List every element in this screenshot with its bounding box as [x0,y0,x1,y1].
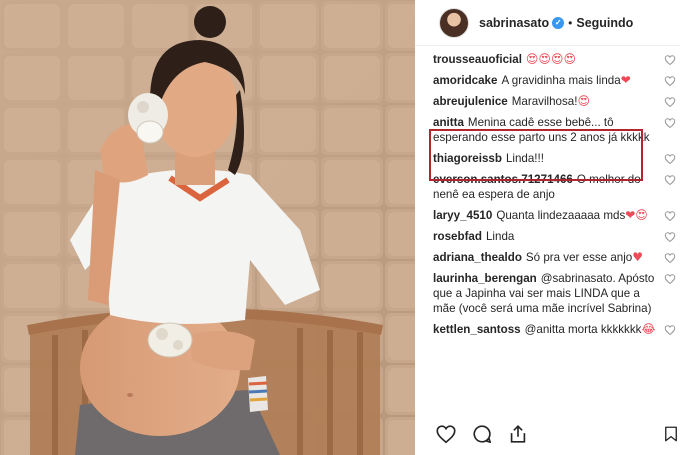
comment-username[interactable]: laurinha_berengan [433,272,537,285]
comment-like-heart-icon[interactable] [664,210,676,222]
comment-item: abreujulenice Maravilhosa!😍 [415,94,680,109]
post-photo[interactable] [0,0,415,455]
comments-panel: sabrinasato ✓ • Seguindo trousseauoficia… [415,0,680,455]
comment-username[interactable]: rosebfad [433,230,482,243]
verified-badge-icon: ✓ [552,16,565,29]
comment-text: Linda [485,230,515,243]
comment-text: @anitta morta kkkkkkk [524,323,642,336]
comment-emoji: 😍😍😍😍 [525,52,576,66]
comment-like-heart-icon[interactable] [664,117,676,129]
comment-username[interactable]: amoridcake [433,74,497,87]
comment-like-heart-icon[interactable] [664,54,676,66]
comment-like-heart-icon[interactable] [664,252,676,264]
comment-item: laryy_4510 Quanta lindezaaaaa mds❤😍 [415,208,680,223]
comment-like-heart-icon[interactable] [664,153,676,165]
comment-like-heart-icon[interactable] [664,75,676,87]
comment-text: Só pra ver esse anjo [525,251,633,264]
heart-outline-icon[interactable] [435,423,457,445]
comment-bubble-icon[interactable] [471,423,493,445]
comment-emoji: ❤ [620,73,631,87]
bookmark-icon[interactable] [662,423,680,445]
share-icon[interactable] [507,423,529,445]
avatar[interactable] [439,7,469,38]
comment-username[interactable]: abreujulenice [433,95,508,108]
comment-like-heart-icon[interactable] [664,231,676,243]
comment-like-heart-icon[interactable] [664,96,676,108]
comment-username[interactable]: trousseauoficial [433,53,522,66]
action-bar [435,419,680,449]
comment-like-heart-icon[interactable] [664,273,676,285]
comment-item: amoridcake A gravidinha mais linda❤ [415,73,680,88]
comment-text: Maravilhosa! [511,95,578,108]
following-button[interactable]: Seguindo [576,16,633,30]
comment-emoji: 😍 [577,94,590,108]
pregnant-woman-photo [0,0,415,455]
comment-emoji: ❤😍 [625,208,648,222]
comment-item: laurinha_berengan @sabrinasato. Apósto qu… [415,271,680,316]
comment-emoji: 😂 [641,322,656,336]
comment-like-heart-icon[interactable] [664,174,676,186]
comment-text: Quanta lindezaaaaa mds [496,209,626,222]
comment-username[interactable]: adriana_thealdo [433,251,522,264]
comment-item: trousseauoficial 😍😍😍😍 [415,52,680,67]
comment-username[interactable]: anitta [433,116,464,129]
highlight-box [429,129,643,181]
comment-like-heart-icon[interactable] [664,324,676,336]
comment-text: A gravidinha mais linda [501,74,621,87]
comment-item: kettlen_santoss @anitta morta kkkkkkk😂 [415,322,680,337]
comment-list: trousseauoficial 😍😍😍😍 amoridcake A gravidin… [415,52,680,343]
comment-item: rosebfad Linda [415,229,680,244]
comment-username[interactable]: kettlen_santoss [433,323,521,336]
header-username[interactable]: sabrinasato [479,16,549,30]
comment-emoji: ♥ [632,250,644,264]
header-separator: • [568,15,573,30]
post-header: sabrinasato ✓ • Seguindo [415,0,680,46]
comment-item: adriana_thealdo Só pra ver esse anjo♥ [415,250,680,265]
comment-username[interactable]: laryy_4510 [433,209,492,222]
